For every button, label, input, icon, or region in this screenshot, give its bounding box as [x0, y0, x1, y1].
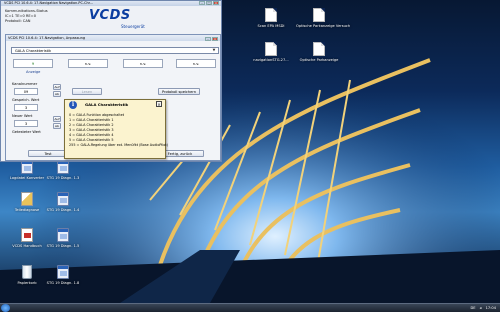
wert-down-button[interactable]: Ab	[53, 123, 61, 129]
close-icon[interactable]: ×	[156, 101, 162, 107]
measurement-field: n.v.	[68, 59, 108, 68]
status-line: Protokoll: CAN	[5, 19, 31, 23]
lesen-button[interactable]: Lesen	[72, 88, 102, 95]
measurement-field: 9	[13, 59, 53, 68]
kanal-up-button[interactable]: Auf	[53, 84, 61, 90]
popup-line: 255 = GALA-Regelung über ext. Menüfkt (B…	[69, 143, 168, 147]
desktop-icon[interactable]: Scan EPA MSDI	[248, 8, 294, 28]
adaptation-title: VCDS PCI 10.6.4: 17-Navigation, Anpassun…	[8, 36, 86, 40]
wert-up-button[interactable]: Auf	[53, 116, 61, 122]
gespeicherter-wert-field: 3	[14, 104, 38, 111]
app-icon	[21, 160, 33, 174]
maximize-button[interactable]: □	[206, 1, 212, 5]
vcds-subtitle: Steuergerät	[121, 24, 145, 29]
desktop-icon-label: navigationSTG.27...	[253, 58, 289, 62]
desktop-icon-label: STG 19 Diagn. 1.3	[46, 176, 80, 180]
info-popup: i GALA Charakteristik × 0 = GALA Funktio…	[64, 99, 168, 159]
main-window-title: VCDS PCI 10.6.4: 17-Navigation Navigatio…	[4, 1, 93, 5]
anzeige-label: Anzeige	[26, 70, 41, 74]
clock[interactable]: 17:04	[486, 306, 496, 310]
window-controls: – ×	[204, 36, 218, 42]
app-icon	[57, 160, 69, 174]
document-icon	[265, 42, 277, 56]
minimize-button[interactable]: –	[199, 1, 205, 5]
app-icon	[57, 192, 69, 206]
start-button[interactable]	[1, 304, 10, 312]
close-button[interactable]: ×	[213, 1, 219, 5]
minimize-button[interactable]: –	[205, 37, 211, 41]
desktop-icon[interactable]: STG 19 Diagn. 1.4	[40, 192, 86, 212]
desktop-icon-label: Optische Parkanzeige	[299, 58, 339, 62]
desktop-icon[interactable]: STG 19 Diagn. 1.5	[40, 228, 86, 248]
main-window-titlebar[interactable]: VCDS PCI 10.6.4: 17-Navigation Navigatio…	[1, 1, 221, 6]
getesteter-wert-label: Getesteter Wert	[12, 130, 41, 134]
desktop-icon[interactable]: Optische Parkanzeige Versuch	[296, 8, 351, 28]
gespeicherter-wert-label: Gespeich. Wert	[12, 98, 40, 102]
protokoll-speichern-button[interactable]: Protokoll speichern	[158, 88, 200, 95]
channel-select-value: GALA Charakteristik	[15, 49, 52, 53]
chevron-down-icon[interactable]: ▼	[211, 48, 217, 53]
desktop-icon[interactable]: navigationSTG.27...	[248, 42, 294, 62]
desktop-icon-label: STG 19 Diagn. 1.5	[46, 244, 80, 248]
app-icon	[57, 228, 69, 242]
neuer-wert-label: Neuer Wert	[12, 114, 33, 118]
desktop-icon-label: STG 19 Diagn. 1.4	[46, 208, 80, 212]
config-icon	[21, 192, 33, 206]
kanal-down-button[interactable]: Ab	[53, 91, 61, 97]
channel-select[interactable]: GALA Charakteristik ▼	[11, 47, 219, 54]
close-button[interactable]: ×	[212, 37, 218, 41]
vcds-logo: VCDS	[89, 8, 131, 23]
neuer-wert-input[interactable]: 3	[14, 120, 38, 127]
desktop-icon-label: Optische Parkanzeige Versuch	[296, 24, 351, 28]
popup-title: GALA Charakteristik	[85, 102, 129, 107]
desktop-icon[interactable]: STG 19 Diagn. 1.8	[40, 265, 86, 285]
document-icon	[313, 42, 325, 56]
system-tray: DE ◂ 17:04	[467, 305, 496, 312]
kanalnummer-input[interactable]: 09	[14, 88, 38, 95]
taskbar: DE ◂ 17:04	[0, 303, 500, 312]
test-button[interactable]: Test	[28, 150, 68, 157]
recycle-bin-icon	[22, 265, 32, 279]
window-controls: – □ ×	[198, 1, 219, 6]
desktop-icon-label: STG 19 Diagn. 1.8	[46, 281, 80, 285]
adaptation-titlebar[interactable]: VCDS PCI 10.6.4: 17-Navigation, Anpassun…	[6, 35, 220, 41]
desktop-icon-label: Scan EPA MSDI	[257, 24, 285, 28]
language-indicator[interactable]: DE	[470, 306, 475, 310]
speaker-icon[interactable]: ◂	[480, 306, 482, 310]
app-icon	[57, 265, 69, 279]
pdf-icon	[21, 228, 33, 242]
measurement-field: n.v.	[123, 59, 163, 68]
document-icon	[265, 8, 277, 22]
document-icon	[313, 8, 325, 22]
desktop-icon[interactable]: Optische Parkanzeige	[296, 42, 342, 62]
kanalnummer-label: Kanalnummer	[12, 82, 38, 86]
popup-text: 0 = GALA Funktion abgeschaltet 1 = GALA …	[69, 113, 168, 148]
info-icon: i	[69, 101, 77, 109]
desktop-icon[interactable]: STG 19 Diagn. 1.3	[40, 160, 86, 180]
measurement-field: n.v.	[176, 59, 216, 68]
communication-status: Kommunikations-Status IC=1 TE=0 RE=0 Pro…	[5, 9, 48, 24]
